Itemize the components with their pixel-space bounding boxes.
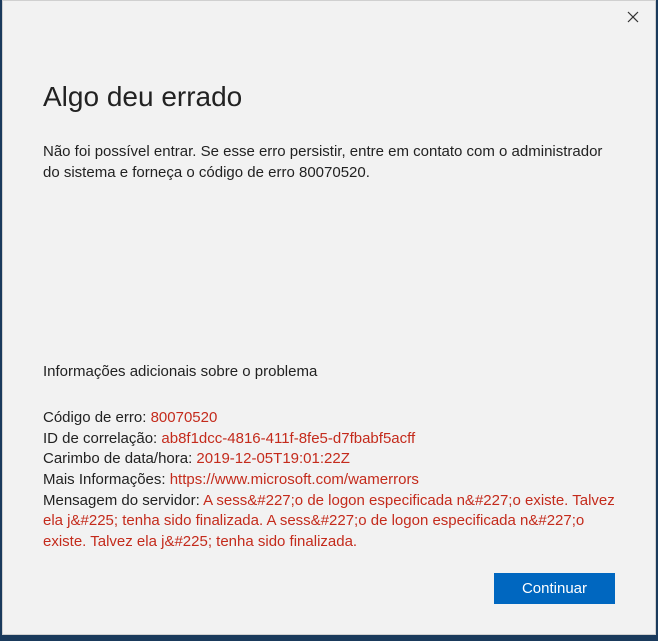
servermsg-label: Mensagem do servidor: (43, 492, 203, 509)
correlation-id-line: ID de correlação: ab8f1dcc-4816-411f-8fe… (43, 429, 615, 450)
correlation-id-label: ID de correlação: (43, 430, 161, 447)
dialog-message: Não foi possível entrar. Se esse erro pe… (43, 141, 615, 183)
error-code-label: Código de erro: (43, 409, 151, 426)
close-icon (627, 10, 639, 28)
error-dialog: Algo deu errado Não foi possível entrar.… (2, 0, 656, 635)
moreinfo-line: Mais Informações: https://www.microsoft.… (43, 470, 615, 491)
dialog-content: Algo deu errado Não foi possível entrar.… (3, 1, 655, 593)
details-subheading: Informações adicionais sobre o problema (43, 363, 615, 380)
close-button[interactable] (621, 7, 645, 31)
button-row: Continuar (494, 573, 615, 604)
continue-button[interactable]: Continuar (494, 573, 615, 604)
dialog-title: Algo deu errado (43, 81, 615, 113)
timestamp-label: Carimbo de data/hora: (43, 450, 196, 467)
moreinfo-link[interactable]: https://www.microsoft.com/wamerrors (170, 471, 419, 488)
correlation-id-value: ab8f1dcc-4816-411f-8fe5-d7fbabf5acff (161, 430, 415, 447)
timestamp-value: 2019-12-05T19:01:22Z (196, 450, 349, 467)
servermsg-line: Mensagem do servidor: A sess&#227;o de l… (43, 491, 615, 553)
details-block: Código de erro: 80070520 ID de correlaçã… (43, 408, 615, 553)
moreinfo-label: Mais Informações: (43, 471, 170, 488)
timestamp-line: Carimbo de data/hora: 2019-12-05T19:01:2… (43, 449, 615, 470)
error-code-line: Código de erro: 80070520 (43, 408, 615, 429)
error-code-value: 80070520 (151, 409, 218, 426)
